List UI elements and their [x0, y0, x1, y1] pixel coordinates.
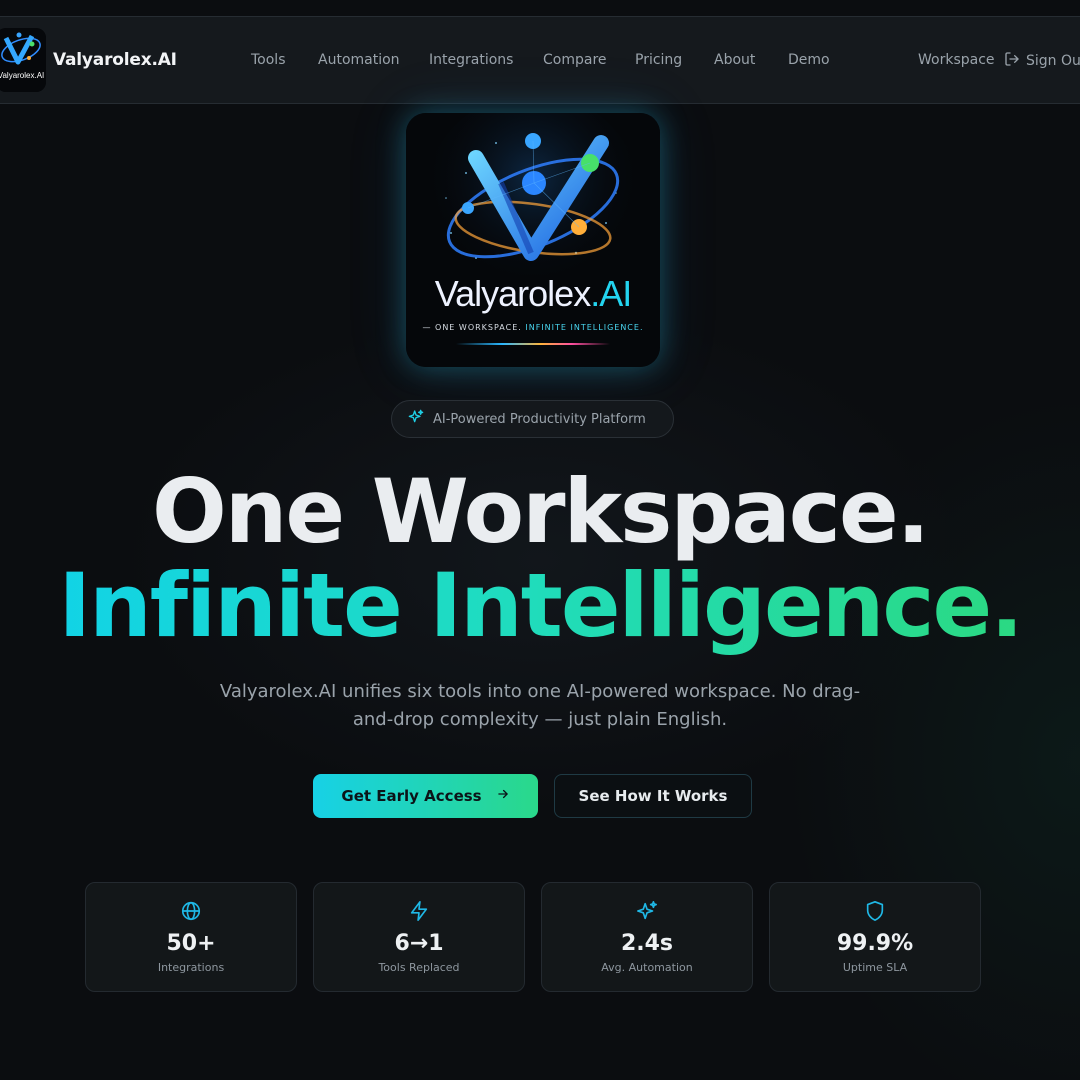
platform-badge: AI-Powered Productivity Platform	[391, 400, 674, 438]
svg-text:Valyarolex.AI: Valyarolex.AI	[0, 71, 44, 80]
nav-link-compare[interactable]: Compare	[543, 52, 607, 68]
headline-gradient-text: Infinite Intelligence.	[58, 554, 1023, 657]
headline-line-2: Infinite Intelligence.	[0, 556, 1080, 656]
stat-value: 50+	[166, 931, 216, 956]
sign-out-icon	[1004, 51, 1020, 71]
platform-badge-label: AI-Powered Productivity Platform	[433, 411, 646, 427]
nav-link-about[interactable]: About	[714, 52, 755, 68]
hero-subtitle: Valyarolex.AI unifies six tools into one…	[219, 681, 861, 730]
hero-logo-card: Valyarolex.AI — ONE WORKSPACE. INFINITE …	[406, 113, 660, 367]
shield-icon	[770, 900, 980, 922]
hero-logo-underline	[456, 343, 610, 345]
stat-label: Tools Replaced	[378, 961, 460, 974]
get-early-access-button[interactable]: Get Early Access	[313, 774, 538, 818]
lightning-icon	[314, 900, 524, 922]
stat-value: 99.9%	[836, 931, 914, 956]
sparkles-icon	[542, 900, 752, 922]
stat-value: 2.4s	[620, 931, 674, 956]
sparkles-icon	[408, 409, 424, 429]
sign-out-label: Sign Out	[1026, 53, 1080, 69]
stat-card-tools-replaced: 6→1 Tools Replaced	[313, 882, 525, 992]
stat-label: Uptime SLA	[842, 961, 908, 974]
stat-card-avg-automation: 2.4s Avg. Automation	[541, 882, 753, 992]
hero-logo-tagline: — ONE WORKSPACE. INFINITE INTELLIGENCE.	[422, 323, 644, 332]
get-early-access-label: Get Early Access	[341, 787, 482, 805]
nav-link-tools[interactable]: Tools	[251, 52, 286, 68]
globe-icon	[86, 900, 296, 922]
stat-card-uptime: 99.9% Uptime SLA	[769, 882, 981, 992]
arrow-right-icon	[496, 787, 510, 805]
sign-out-button[interactable]: Sign Out	[1004, 51, 1080, 71]
headline-line-1: One Workspace.	[151, 460, 930, 563]
stat-card-integrations: 50+ Integrations	[85, 882, 297, 992]
see-how-it-works-button[interactable]: See How It Works	[554, 774, 752, 818]
stat-value: 6→1	[394, 931, 444, 956]
stat-label: Integrations	[157, 961, 225, 974]
nav-link-integrations[interactable]: Integrations	[429, 52, 513, 68]
workspace-link[interactable]: Workspace	[918, 52, 995, 68]
nav-link-pricing[interactable]: Pricing	[635, 52, 682, 68]
nav-link-demo[interactable]: Demo	[788, 52, 830, 68]
hero-logo-wordmark: Valyarolex.AI	[434, 273, 632, 314]
nav-link-automation[interactable]: Automation	[318, 52, 400, 68]
stat-label: Avg. Automation	[601, 961, 693, 974]
